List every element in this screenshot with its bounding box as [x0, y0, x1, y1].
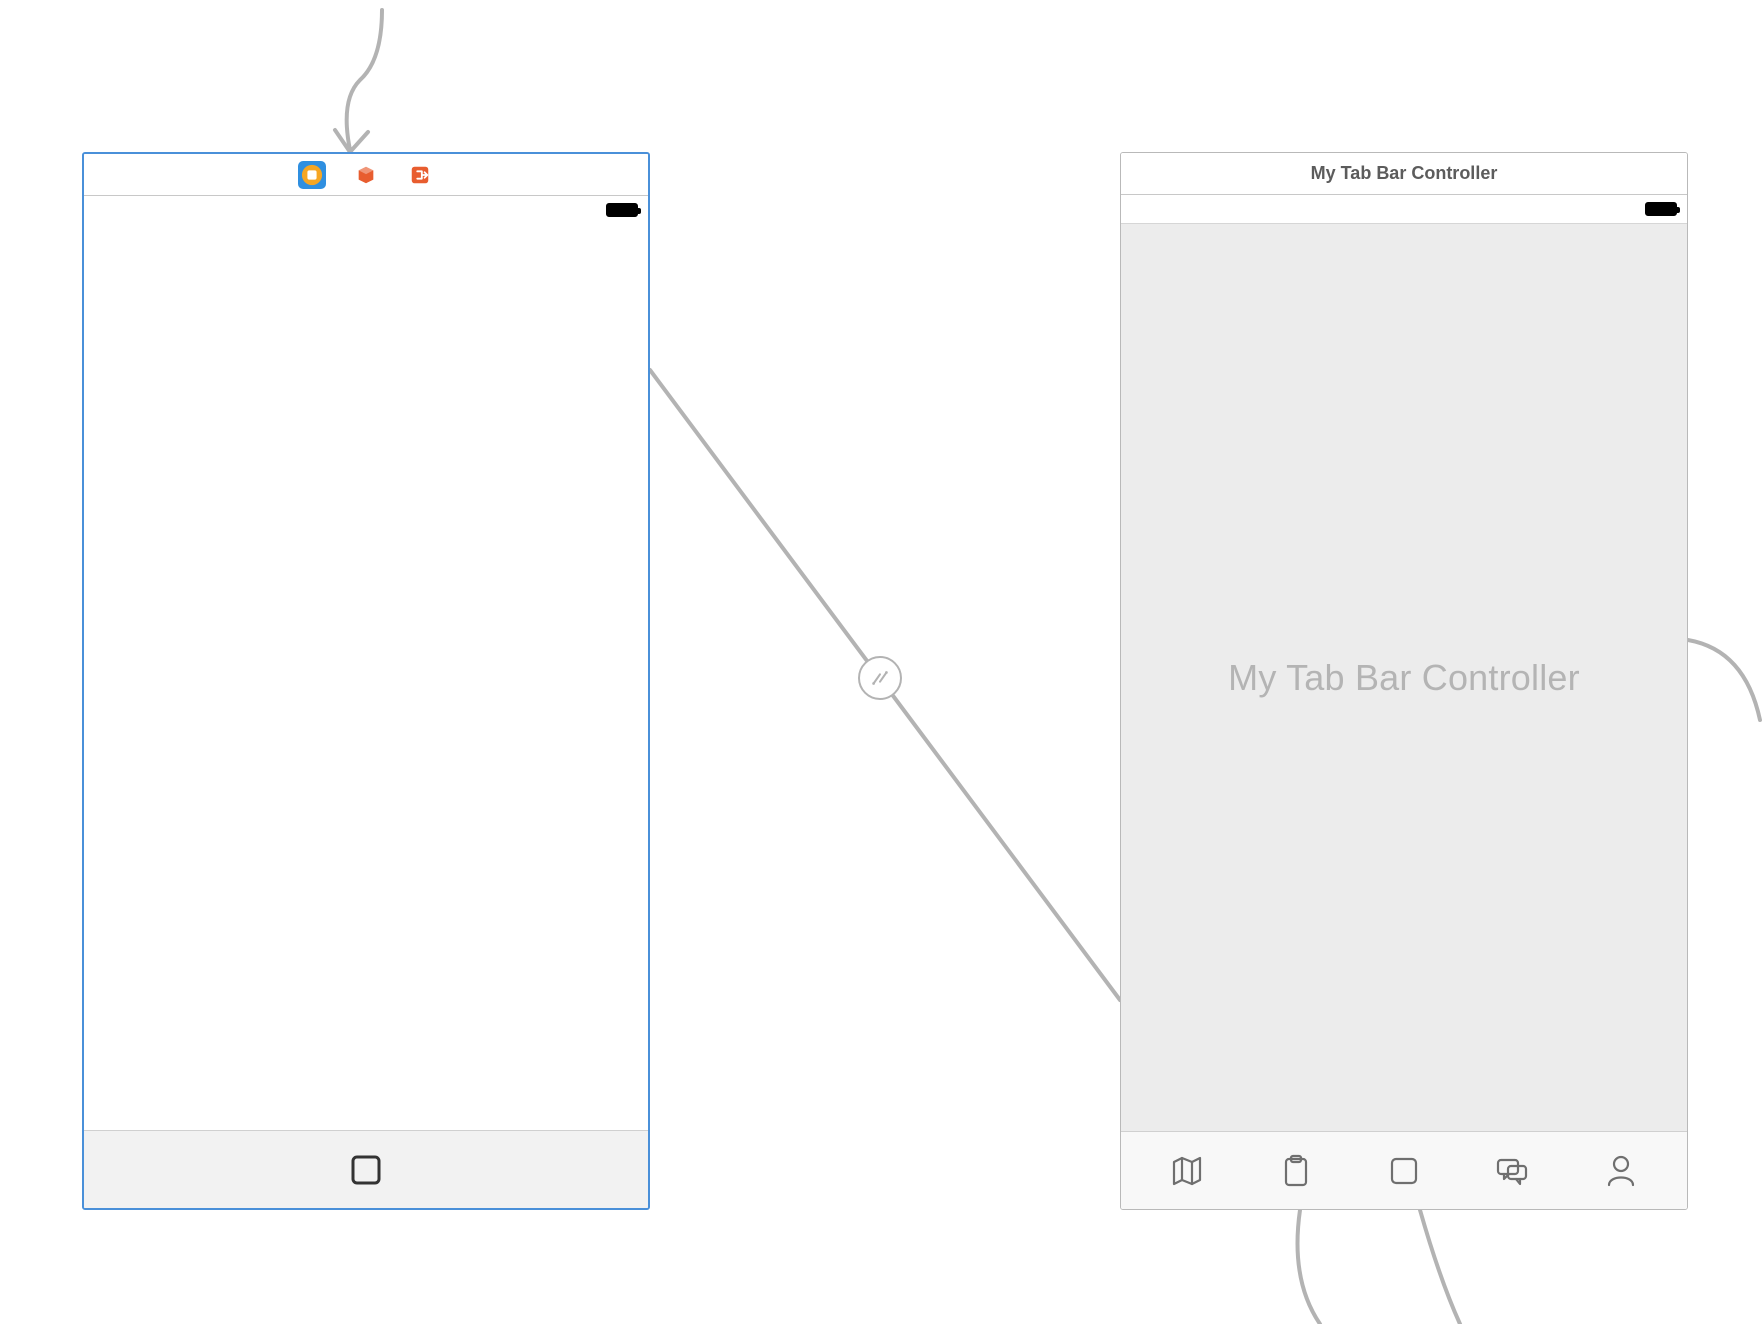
tab-item-map[interactable] [1133, 1132, 1241, 1209]
scene-tab-bar-controller[interactable]: My Tab Bar Controller My Tab Bar Control… [1120, 152, 1688, 1210]
tab-item-square[interactable] [84, 1131, 648, 1208]
tab-item-clipboard[interactable] [1241, 1132, 1349, 1209]
storyboard-canvas[interactable]: My Tab Bar Controller My Tab Bar Control… [0, 0, 1762, 1324]
segue-badge[interactable] [858, 656, 902, 700]
scene-title: My Tab Bar Controller [1311, 163, 1498, 184]
tab-item-square[interactable] [1350, 1132, 1458, 1209]
status-bar [1121, 195, 1687, 223]
battery-icon [1645, 202, 1677, 216]
tab-item-person[interactable] [1567, 1132, 1675, 1209]
tab-item-chat[interactable] [1458, 1132, 1566, 1209]
view-controller-icon[interactable] [298, 161, 326, 189]
status-bar [84, 196, 648, 224]
scene-body[interactable]: My Tab Bar Controller [1121, 223, 1687, 1131]
exit-icon[interactable] [406, 161, 434, 189]
scene-placeholder: My Tab Bar Controller [1228, 657, 1580, 699]
scene-body[interactable] [84, 224, 648, 1130]
battery-icon [606, 203, 638, 217]
first-responder-icon[interactable] [352, 161, 380, 189]
tab-bar[interactable] [1121, 1131, 1687, 1209]
scene-initial-view-controller[interactable] [82, 152, 650, 1210]
tab-bar[interactable] [84, 1130, 648, 1208]
scene-titlebar[interactable]: My Tab Bar Controller [1121, 153, 1687, 195]
scene-titlebar[interactable] [84, 154, 648, 196]
